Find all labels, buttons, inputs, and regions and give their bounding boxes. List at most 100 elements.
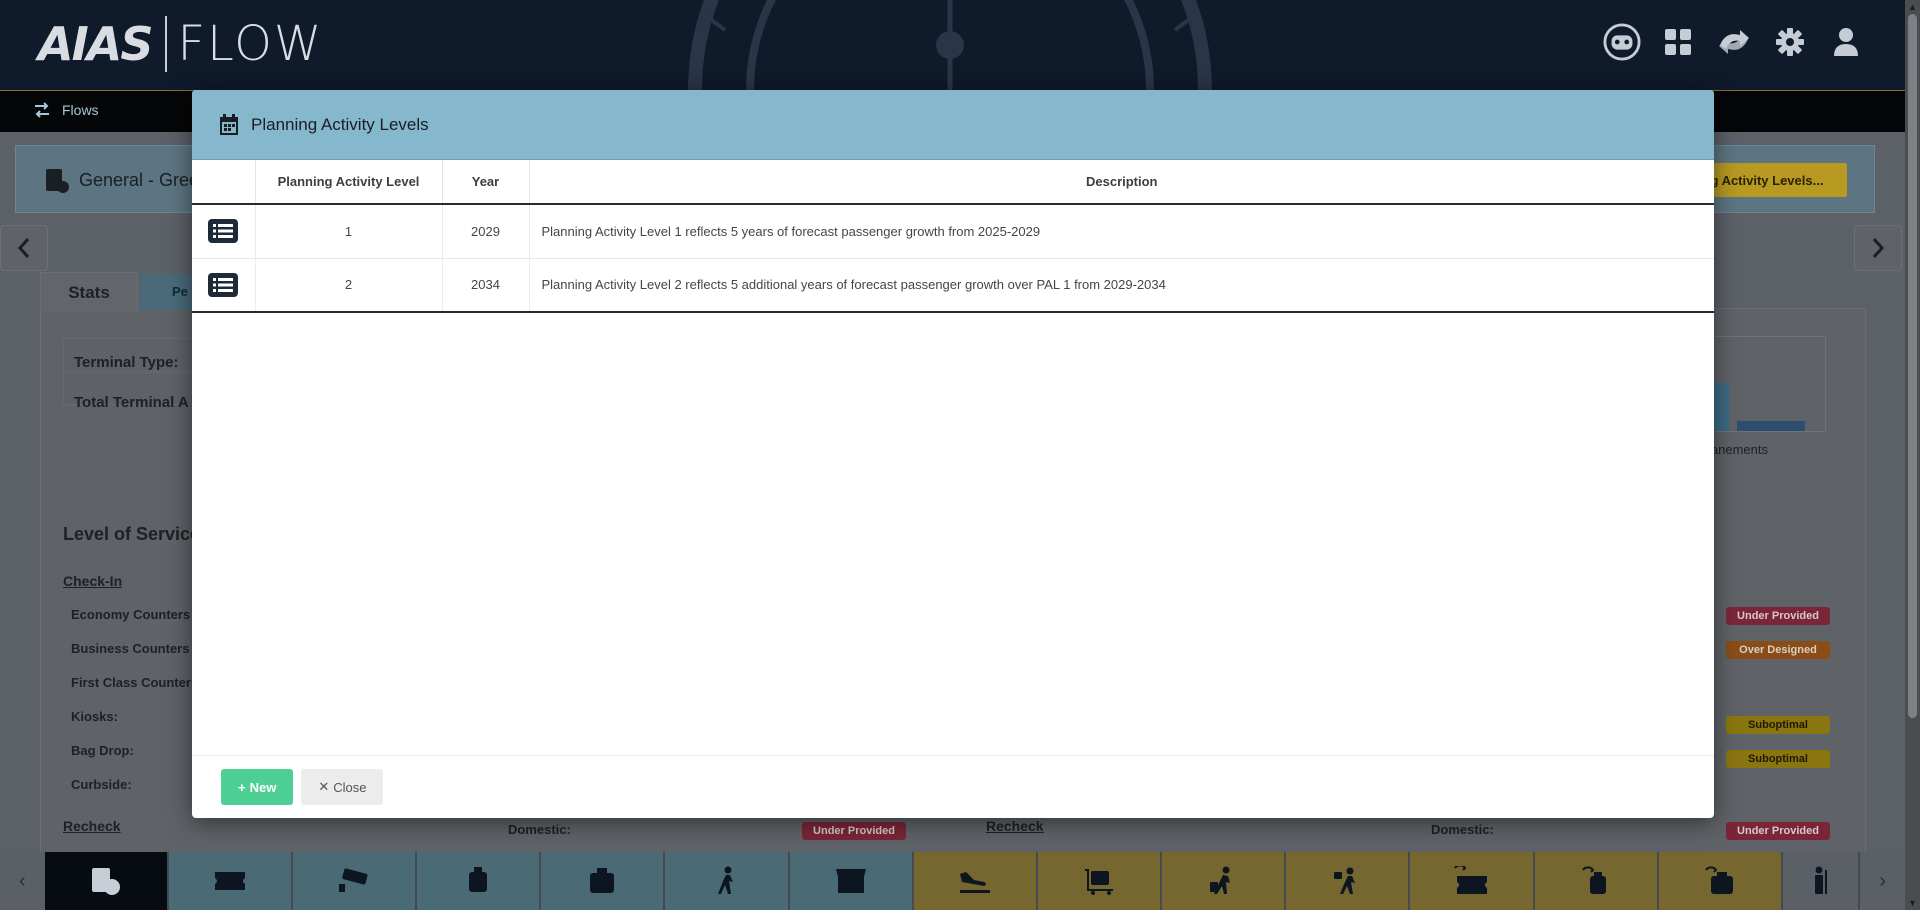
gear-icon[interactable]: [1771, 20, 1809, 64]
modal-footer: + New ✕ Close: [192, 755, 1714, 818]
dock-item-baggage-cart[interactable]: [1037, 852, 1163, 910]
plus-icon: +: [238, 779, 246, 795]
nav-flows-link[interactable]: Flows: [32, 100, 99, 120]
recheck-link-left[interactable]: Recheck: [63, 818, 121, 834]
year-cell: 2034: [442, 258, 530, 312]
dock-item-restroom[interactable]: [1782, 852, 1861, 910]
flows-icon: [35, 102, 49, 118]
domestic-label-right: Domestic:: [1431, 822, 1494, 837]
row-actions-cell: [192, 258, 256, 312]
dock-scroll-right-button[interactable]: ›: [1860, 852, 1906, 910]
scrollbar-thumb[interactable]: [1908, 14, 1917, 718]
dock-item-suitcase[interactable]: [541, 852, 666, 910]
column-header-year[interactable]: Year: [442, 160, 530, 204]
column-header-description[interactable]: Description: [529, 160, 1714, 204]
plane-landing-icon: [959, 872, 990, 893]
grid-icon[interactable]: [1659, 20, 1697, 64]
brand-separator: [165, 16, 168, 72]
row-details-button[interactable]: [208, 219, 239, 244]
user-icon[interactable]: [1827, 20, 1865, 64]
scroll-up-icon[interactable]: ▲: [1908, 2, 1917, 12]
reticket-icon: [1454, 866, 1488, 894]
app-header: AIAS FLOW: [0, 0, 1905, 90]
dock-item-walking[interactable]: [665, 852, 790, 910]
transfer-icon[interactable]: [1715, 20, 1753, 64]
brand-left: AIAS: [38, 17, 153, 71]
row-details-button[interactable]: [208, 272, 239, 297]
recheck-link-right[interactable]: Recheck: [986, 818, 1044, 834]
ticket-icon: [214, 872, 245, 890]
mini-chart: [1702, 336, 1826, 432]
description-cell: Planning Activity Level 2 reflects 5 add…: [541, 277, 1166, 293]
dock-item-plane-landing[interactable]: [913, 852, 1038, 910]
close-button-label: Close: [333, 779, 367, 795]
prev-arrow-button[interactable]: [0, 225, 48, 271]
dock-item-reticket[interactable]: [1410, 852, 1535, 910]
brand-logo[interactable]: AIAS FLOW: [38, 14, 323, 74]
terminal-type-label: Terminal Type:: [74, 354, 179, 371]
store-icon: [835, 869, 866, 893]
next-arrow-button[interactable]: [1854, 225, 1902, 271]
description-cell: Planning Activity Level 1 reflects 5 yea…: [541, 223, 1041, 239]
close-button[interactable]: ✕ Close: [301, 769, 384, 805]
tab-stats[interactable]: Stats: [40, 272, 138, 312]
dock-item-resuitcase[interactable]: [1658, 852, 1783, 910]
level-cell: 1: [255, 204, 443, 258]
modal-title: Planning Activity Levels: [251, 114, 429, 134]
year-cell: 2029: [442, 204, 530, 258]
level-cell: 2: [255, 258, 443, 312]
column-header-level[interactable]: Planning Activity Level: [255, 160, 443, 204]
dock-item-luggage[interactable]: [417, 852, 542, 910]
scroll-down-icon[interactable]: ▼: [1908, 898, 1917, 908]
bottom-dock: ‹ ›: [0, 852, 1906, 910]
luggage-icon: [469, 867, 488, 892]
list-icon: [213, 224, 234, 239]
economy-counters-label: Economy Counters: [71, 607, 191, 622]
brand-right: FLOW: [177, 16, 324, 72]
chart-axis-label: lanements: [1708, 442, 1768, 457]
flow-info-icon: [91, 868, 120, 895]
suitcase-icon: [590, 868, 615, 893]
checkin-link[interactable]: Check-In: [63, 573, 122, 589]
robot-icon[interactable]: [1603, 20, 1641, 64]
new-button[interactable]: + New: [221, 769, 294, 805]
header-toolbar: [1603, 20, 1865, 64]
dock-item-rebag[interactable]: [1534, 852, 1659, 910]
security-camera-icon: [339, 868, 368, 892]
flow-title: General - Gree: [79, 170, 200, 190]
column-header-actions: [192, 160, 256, 204]
tab-pe[interactable]: Pe: [140, 274, 200, 310]
table-row[interactable]: 2 2034 Planning Activity Level 2 reflect…: [192, 258, 1714, 312]
dock-item-lock-walk[interactable]: [1286, 852, 1411, 910]
planning-activity-levels-modal: Planning Activity Levels Planning Activi…: [192, 90, 1714, 818]
dock-item-store[interactable]: [789, 852, 914, 910]
first-class-counter-label: First Class Counter: [71, 675, 191, 690]
list-icon: [213, 277, 234, 292]
status-badge: Suboptimal: [1726, 750, 1830, 768]
dock-scroll-left-button[interactable]: ‹: [0, 852, 45, 910]
dock-item-flow-info[interactable]: [44, 852, 169, 910]
dock-item-traveler[interactable]: [1162, 852, 1287, 910]
lock-walk-icon: [1334, 867, 1356, 894]
traveler-icon: [1210, 866, 1231, 894]
curbside-label: Curbside:: [71, 777, 132, 792]
status-badge: Under Provided: [802, 822, 906, 840]
restroom-icon: [1814, 866, 1827, 894]
status-badge: Under Provided: [1726, 822, 1830, 840]
rebag-icon: [1581, 866, 1606, 894]
close-icon: ✕: [318, 779, 330, 794]
chart-bar: [1737, 421, 1805, 431]
total-terminal-label: Total Terminal A: [74, 394, 189, 411]
calendar-icon: [220, 113, 238, 135]
compass-decoration-icon: [688, 0, 1212, 90]
status-badge: Over Designed: [1726, 641, 1830, 659]
document-info-icon: [46, 169, 69, 193]
bag-drop-label: Bag Drop:: [71, 743, 134, 758]
table-row[interactable]: 1 2029 Planning Activity Level 1 reflect…: [192, 204, 1714, 258]
modal-header: Planning Activity Levels: [192, 90, 1714, 160]
dock-item-ticket[interactable]: [168, 852, 293, 910]
business-counters-label: Business Counters: [71, 641, 190, 656]
level-of-service-heading: Level of Service: [63, 524, 201, 544]
page-scrollbar[interactable]: ▲ ▼: [1905, 0, 1920, 910]
dock-item-security-camera[interactable]: [293, 852, 418, 910]
